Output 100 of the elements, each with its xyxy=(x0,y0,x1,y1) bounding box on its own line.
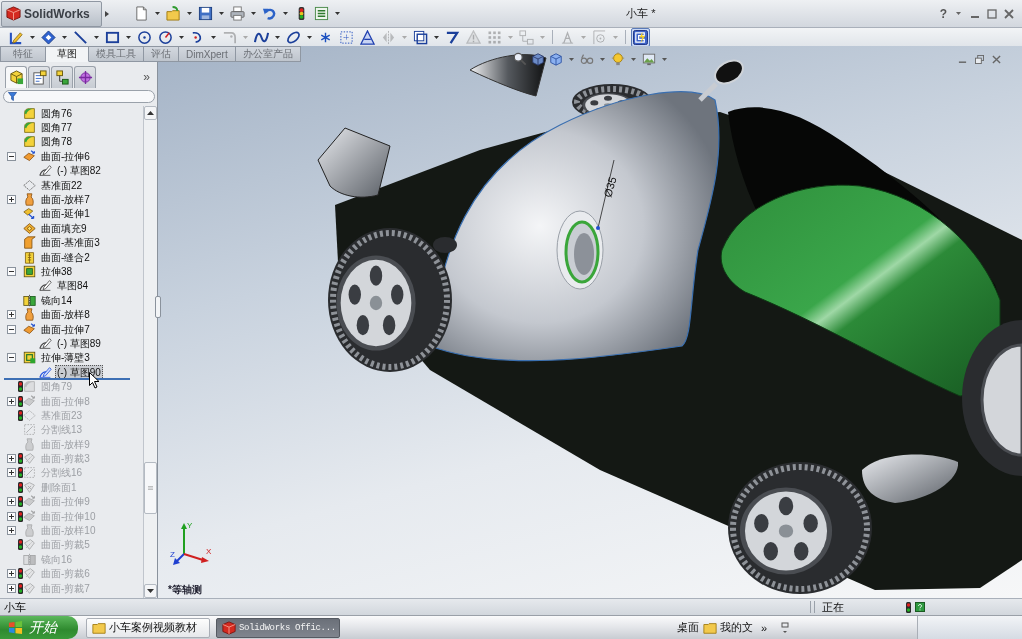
ribbon-tab[interactable]: 办公室产品 xyxy=(235,46,301,62)
side-vent-shape xyxy=(433,237,457,253)
toolbar-link[interactable]: 我的文 xyxy=(703,620,753,635)
caret-icon[interactable] xyxy=(219,12,224,15)
start-button[interactable]: 开始 xyxy=(0,616,78,639)
glasses-icon[interactable] xyxy=(580,52,594,66)
plus-box-icon[interactable] xyxy=(7,526,16,535)
caret-icon[interactable] xyxy=(179,35,184,39)
up-arrow-icon xyxy=(147,111,154,115)
z-axis-arrow xyxy=(173,553,185,565)
caret-icon[interactable] xyxy=(275,35,280,39)
feature-label[interactable]: (-) 草图82 xyxy=(55,163,103,179)
feature-label[interactable]: 曲面-基准面3 xyxy=(39,235,102,251)
minus-box-icon[interactable] xyxy=(7,353,16,363)
scroll-up-button[interactable] xyxy=(144,106,157,120)
plus-box-icon[interactable] xyxy=(7,195,16,205)
feature-label[interactable]: 圆角78 xyxy=(39,134,75,150)
close-icon[interactable] xyxy=(1004,8,1014,19)
scroll-thumb[interactable] xyxy=(144,462,157,514)
logo-area[interactable]: SolidWorks xyxy=(1,0,102,27)
dimension-label[interactable]: Ø35 xyxy=(601,175,619,199)
traffic-light-icon[interactable] xyxy=(906,601,911,613)
caret-icon[interactable] xyxy=(307,35,312,39)
view-name-label: *等轴测 xyxy=(168,583,202,597)
panel-tab[interactable] xyxy=(51,66,73,88)
task-label: SolidWorks Offic... xyxy=(239,622,336,633)
feature-label[interactable]: 曲面填充9 xyxy=(39,220,89,236)
feature-label[interactable]: 曲面-放样8 xyxy=(39,307,92,323)
picture-icon[interactable] xyxy=(642,52,656,66)
cube-icon[interactable] xyxy=(531,52,545,66)
help-button[interactable]: ? xyxy=(939,6,947,21)
task-label: 小车案例视频教材 xyxy=(109,620,197,635)
y-axis-arrow xyxy=(181,523,187,555)
caret-icon[interactable] xyxy=(335,12,340,15)
caret-icon[interactable] xyxy=(62,35,67,39)
panel-tab[interactable] xyxy=(74,66,96,88)
feature-label[interactable]: 圆角77 xyxy=(39,120,75,136)
feature-label[interactable]: 草图84 xyxy=(55,278,91,294)
more-button[interactable]: » xyxy=(143,70,150,84)
feature-label[interactable]: (-) 草图89 xyxy=(55,335,103,351)
more-button[interactable]: » xyxy=(761,621,768,634)
scroll-down-button[interactable] xyxy=(144,584,157,598)
toolbar-link[interactable]: 桌面 xyxy=(677,620,699,635)
feature-label[interactable]: 拉伸-薄壁3 xyxy=(39,350,92,366)
plus-box-icon[interactable] xyxy=(7,454,16,464)
taskbar-button[interactable]: 小车案例视频教材 xyxy=(86,617,210,638)
help-box-icon[interactable] xyxy=(915,602,925,612)
panel-tab[interactable] xyxy=(5,66,27,88)
restore-icon[interactable] xyxy=(975,55,984,64)
feature-label[interactable]: 曲面-放样7 xyxy=(39,192,92,208)
caret-icon[interactable] xyxy=(434,35,439,39)
ribbon-tab[interactable]: 评估 xyxy=(144,46,179,62)
ribbon-tab[interactable]: 特征 xyxy=(0,46,46,62)
caret-icon[interactable] xyxy=(94,35,99,39)
funnel-icon xyxy=(8,92,17,101)
plus-box-icon[interactable] xyxy=(7,468,16,478)
plus-box-icon[interactable] xyxy=(7,569,16,579)
panel-tab[interactable] xyxy=(28,66,50,88)
menu-arrow-icon[interactable] xyxy=(105,10,109,17)
feature-label[interactable]: 镜向14 xyxy=(39,292,75,308)
feature-label[interactable]: 曲面-延伸1 xyxy=(39,206,92,222)
plus-box-icon[interactable] xyxy=(7,511,16,521)
caret-icon[interactable] xyxy=(211,35,216,39)
filter-field[interactable] xyxy=(3,90,155,103)
plus-box-icon[interactable] xyxy=(7,497,16,507)
caret-icon[interactable] xyxy=(187,12,192,15)
magnifier-icon[interactable] xyxy=(513,52,527,66)
ribbon-tab[interactable]: 模具工具 xyxy=(89,46,144,62)
rollback-bar[interactable] xyxy=(4,378,130,381)
feature-label[interactable]: 基准面22 xyxy=(39,177,85,193)
toolbar-menu-icon[interactable] xyxy=(781,621,790,634)
caret-icon[interactable] xyxy=(283,12,288,15)
x-axis-arrow xyxy=(183,553,209,563)
panel-splitter-handle[interactable] xyxy=(155,296,161,318)
link-label: 我的文 xyxy=(720,620,753,635)
ribbon-tab[interactable]: 草图 xyxy=(46,46,89,62)
caret-icon[interactable] xyxy=(126,35,131,39)
close-icon[interactable] xyxy=(992,55,1001,64)
scrollbar[interactable] xyxy=(143,106,157,598)
minus-box-icon[interactable] xyxy=(7,267,16,276)
caret-icon[interactable] xyxy=(155,12,160,15)
crosshair-icon xyxy=(77,70,93,85)
minus-box-icon[interactable] xyxy=(7,151,16,161)
plus-box-icon[interactable] xyxy=(7,583,16,593)
feature-label[interactable]: 曲面-拉伸7 xyxy=(39,321,92,337)
minus-box-icon[interactable] xyxy=(7,324,16,334)
feature-label[interactable]: 拉伸38 xyxy=(39,264,75,279)
plus-box-icon[interactable] xyxy=(7,310,16,320)
dimension-line xyxy=(596,159,615,230)
maximize-icon[interactable] xyxy=(987,8,997,19)
feature-label[interactable]: 曲面-缝合2 xyxy=(39,249,92,265)
caret-icon[interactable] xyxy=(251,12,256,15)
plus-box-icon[interactable] xyxy=(7,396,16,406)
feature-label[interactable]: 曲面-拉伸6 xyxy=(39,148,92,164)
taskbar-button[interactable]: SolidWorks Offic... xyxy=(216,617,340,638)
window-title: 小车 * xyxy=(626,6,656,21)
feature-label[interactable]: 圆角76 xyxy=(39,106,75,121)
caret-icon[interactable] xyxy=(30,35,35,39)
document-name: 小车 xyxy=(4,599,26,615)
side-mirror-shape xyxy=(698,59,744,102)
